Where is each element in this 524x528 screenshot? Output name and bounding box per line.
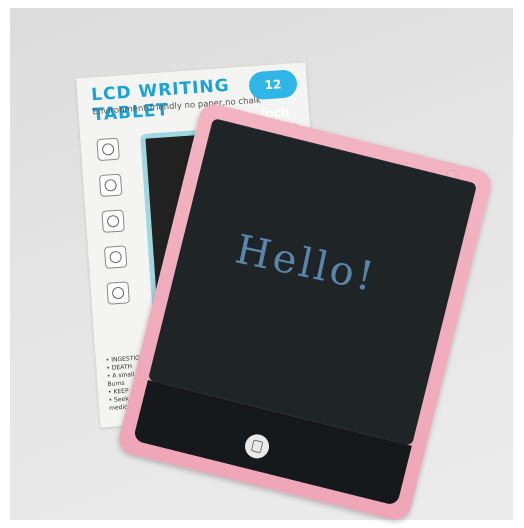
lock-icon [250, 439, 264, 454]
feature-icon [103, 245, 128, 269]
feature-icon [96, 137, 120, 162]
handwritten-text: Hello! [231, 226, 381, 302]
size-badge: 12 inch [248, 69, 298, 121]
feature-icon-column [96, 137, 138, 319]
feature-icon [101, 209, 125, 233]
feature-icon [106, 281, 130, 305]
photo-scene: LCD WRITING TABLET Environment-friendly … [0, 0, 524, 528]
feature-icon [98, 173, 123, 198]
